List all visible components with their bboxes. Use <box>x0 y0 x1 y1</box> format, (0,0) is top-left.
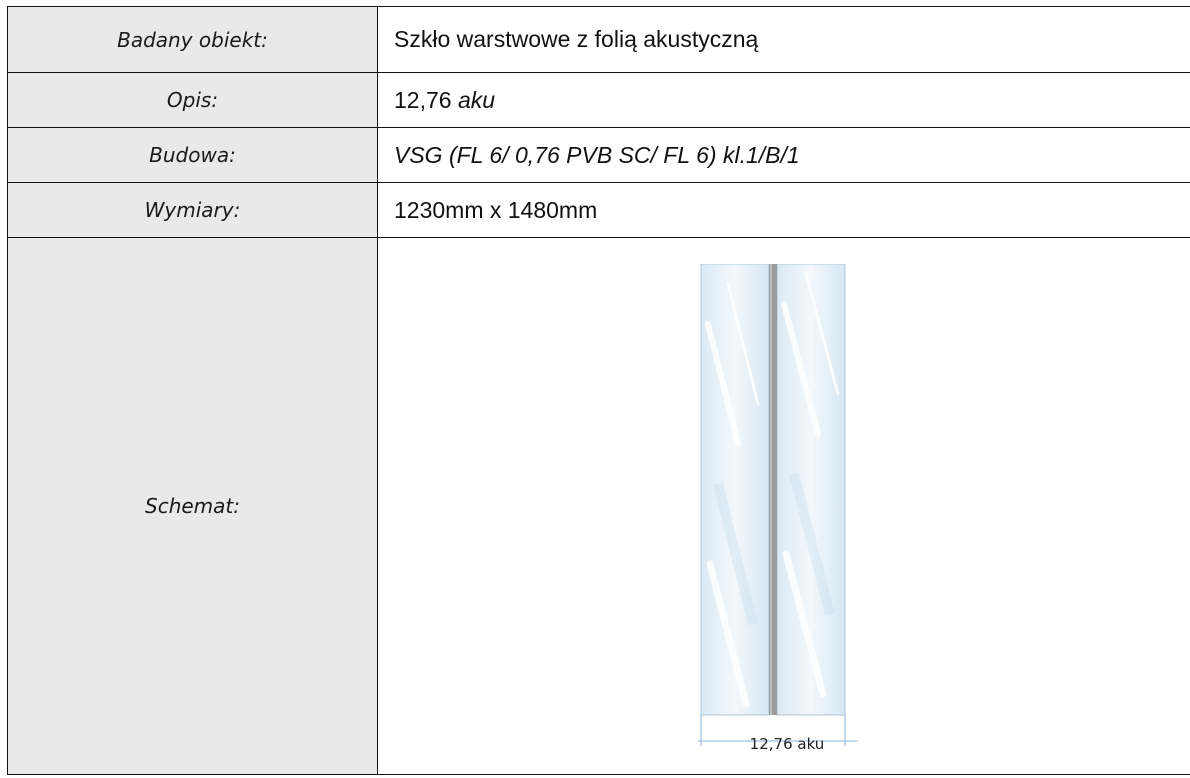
label-description: Opis: <box>7 72 378 128</box>
description-suffix: aku <box>457 86 496 113</box>
label-construction: Budowa: <box>7 127 378 183</box>
laminated-glass-cross-section-icon: 12,76 aku <box>698 263 878 754</box>
row-tested-object: Badany obiekt: Szkło warstwowe z folią a… <box>7 6 1190 73</box>
row-dimensions: Wymiary: 1230mm x 1480mm <box>7 182 1190 238</box>
row-description: Opis: 12,76 aku <box>7 72 1190 128</box>
value-description: 12,76 aku <box>377 72 1190 128</box>
glass-diagram-svg <box>698 263 858 746</box>
value-construction: VSG (FL 6/ 0,76 PVB SC/ FL 6) kl.1/B/1 <box>377 127 1190 183</box>
value-tested-object: Szkło warstwowe z folią akustyczną <box>377 6 1190 73</box>
value-dimensions: 1230mm x 1480mm <box>377 182 1190 238</box>
specification-sheet: Badany obiekt: Szkło warstwowe z folią a… <box>0 0 1190 778</box>
row-construction: Budowa: VSG (FL 6/ 0,76 PVB SC/ FL 6) kl… <box>7 127 1190 183</box>
row-schema: Schemat: 12,76 aku <box>7 237 1190 775</box>
construction-text: VSG (FL 6/ 0,76 PVB SC/ FL 6) kl.1/B/1 <box>394 141 800 168</box>
label-dimensions: Wymiary: <box>7 182 378 238</box>
label-tested-object: Badany obiekt: <box>7 6 378 73</box>
label-schema: Schemat: <box>7 237 378 775</box>
dimension-label: 12,76 aku <box>749 735 825 753</box>
description-number: 12,76 <box>394 86 452 113</box>
schema-cell: 12,76 aku <box>377 237 1190 775</box>
specification-table: Badany obiekt: Szkło warstwowe z folią a… <box>7 6 1190 775</box>
